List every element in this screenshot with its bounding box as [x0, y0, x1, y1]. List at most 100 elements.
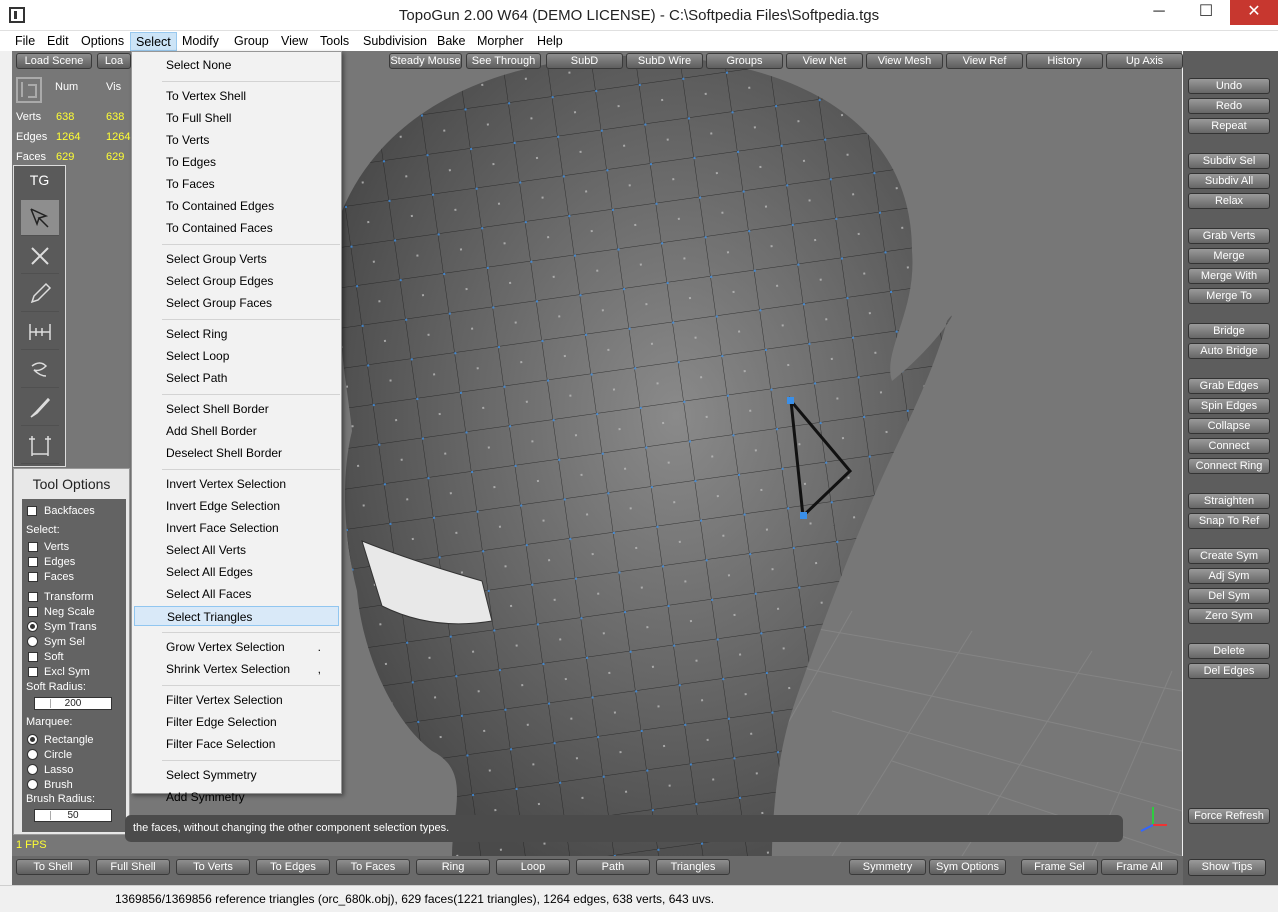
full-shell-button[interactable]: Full Shell — [96, 859, 170, 875]
sym-sel-radio[interactable] — [27, 636, 38, 647]
maximize-icon[interactable]: ☐ — [1183, 0, 1229, 25]
grab-verts-button[interactable]: Grab Verts — [1188, 228, 1270, 244]
soft-checkbox[interactable] — [28, 652, 38, 662]
menu-item-select-symmetry[interactable]: Select Symmetry — [134, 765, 339, 785]
rectangle-radio[interactable] — [27, 734, 38, 745]
tweak-tool-icon[interactable] — [21, 428, 59, 464]
transform-checkbox[interactable] — [28, 592, 38, 602]
menu-item-grow-vertex-selection[interactable]: Grow Vertex Selection. — [134, 637, 339, 657]
pencil-tool-icon[interactable] — [21, 276, 59, 312]
load-reference-button[interactable]: Loa — [97, 53, 131, 69]
menu-item-select-path[interactable]: Select Path — [134, 368, 339, 388]
menu-modify[interactable]: Modify — [177, 32, 224, 51]
menu-subdivision[interactable]: Subdivision — [358, 32, 432, 51]
del-sym-button[interactable]: Del Sym — [1188, 588, 1270, 604]
circle-radio[interactable] — [27, 749, 38, 760]
minimize-icon[interactable]: ─ — [1136, 0, 1182, 25]
menu-item-select-ring[interactable]: Select Ring — [134, 324, 339, 344]
view-mesh-button[interactable]: View Mesh — [866, 53, 943, 69]
create-sym-button[interactable]: Create Sym — [1188, 548, 1270, 564]
menu-item-to-faces[interactable]: To Faces — [134, 174, 339, 194]
bridge-button[interactable]: Bridge — [1188, 323, 1270, 339]
menu-item-select-triangles[interactable]: Select Triangles — [134, 606, 339, 626]
subd-wire-button[interactable]: SubD Wire — [626, 53, 703, 69]
menu-bake[interactable]: Bake — [432, 32, 471, 51]
snap-to-ref-button[interactable]: Snap To Ref — [1188, 513, 1270, 529]
menu-item-add-symmetry[interactable]: Add Symmetry — [134, 787, 339, 807]
steady-mouse-button[interactable]: Steady Mouse — [389, 53, 462, 69]
view-net-button[interactable]: View Net — [786, 53, 863, 69]
connect-button[interactable]: Connect — [1188, 438, 1270, 454]
menu-options[interactable]: Options — [76, 32, 129, 51]
menu-edit[interactable]: Edit — [42, 32, 74, 51]
merge-button[interactable]: Merge — [1188, 248, 1270, 264]
brush-radius-slider[interactable]: 50 — [34, 809, 112, 822]
menu-item-to-vertex-shell[interactable]: To Vertex Shell — [134, 86, 339, 106]
to-faces-button[interactable]: To Faces — [336, 859, 410, 875]
to-edges-button[interactable]: To Edges — [256, 859, 330, 875]
menu-item-invert-vertex-selection[interactable]: Invert Vertex Selection — [134, 474, 339, 494]
del-edges-button[interactable]: Del Edges — [1188, 663, 1270, 679]
menu-item-invert-face-selection[interactable]: Invert Face Selection — [134, 518, 339, 538]
subdiv-all-button[interactable]: Subdiv All — [1188, 173, 1270, 189]
straighten-button[interactable]: Straighten — [1188, 493, 1270, 509]
smooth-tool-icon[interactable] — [21, 352, 59, 388]
faces-checkbox[interactable] — [28, 572, 38, 582]
connect-ring-button[interactable]: Connect Ring — [1188, 458, 1270, 474]
brush-radio[interactable] — [27, 779, 38, 790]
lasso-radio[interactable] — [27, 764, 38, 775]
verts-checkbox[interactable] — [28, 542, 38, 552]
menu-item-select-all-verts[interactable]: Select All Verts — [134, 540, 339, 560]
close-icon[interactable]: ✕ — [1230, 0, 1278, 25]
soft-radius-slider[interactable]: 200 — [34, 697, 112, 710]
merge-with-button[interactable]: Merge With — [1188, 268, 1270, 284]
menu-item-select-none[interactable]: Select None — [134, 55, 339, 75]
menu-item-to-edges[interactable]: To Edges — [134, 152, 339, 172]
ring-button[interactable]: Ring — [416, 859, 490, 875]
menu-item-shrink-vertex-selection[interactable]: Shrink Vertex Selection, — [134, 659, 339, 679]
menu-tools[interactable]: Tools — [315, 32, 354, 51]
undo-button[interactable]: Undo — [1188, 78, 1270, 94]
grab-edges-button[interactable]: Grab Edges — [1188, 378, 1270, 394]
menu-item-filter-vertex-selection[interactable]: Filter Vertex Selection — [134, 690, 339, 710]
menu-item-to-verts[interactable]: To Verts — [134, 130, 339, 150]
menu-item-select-shell-border[interactable]: Select Shell Border — [134, 399, 339, 419]
backfaces-checkbox[interactable] — [27, 506, 37, 516]
adj-sym-button[interactable]: Adj Sym — [1188, 568, 1270, 584]
menu-item-select-all-edges[interactable]: Select All Edges — [134, 562, 339, 582]
symmetry-button[interactable]: Symmetry — [849, 859, 926, 875]
menu-item-select-all-faces[interactable]: Select All Faces — [134, 584, 339, 604]
merge-to-button[interactable]: Merge To — [1188, 288, 1270, 304]
loop-button[interactable]: Loop — [496, 859, 570, 875]
show-tips-button[interactable]: Show Tips — [1188, 859, 1266, 876]
to-verts-button[interactable]: To Verts — [176, 859, 250, 875]
relax-button[interactable]: Relax — [1188, 193, 1270, 209]
collapse-button[interactable]: Collapse — [1188, 418, 1270, 434]
menu-item-to-full-shell[interactable]: To Full Shell — [134, 108, 339, 128]
load-scene-button[interactable]: Load Scene — [16, 53, 92, 69]
groups-button[interactable]: Groups — [706, 53, 783, 69]
menu-group[interactable]: Group — [229, 32, 274, 51]
menu-item-select-group-verts[interactable]: Select Group Verts — [134, 249, 339, 269]
redo-button[interactable]: Redo — [1188, 98, 1270, 114]
menu-file[interactable]: File — [10, 32, 40, 51]
menu-item-filter-edge-selection[interactable]: Filter Edge Selection — [134, 712, 339, 732]
subd-button[interactable]: SubD — [546, 53, 623, 69]
up-axis-button[interactable]: Up Axis — [1106, 53, 1183, 69]
menu-view[interactable]: View — [276, 32, 313, 51]
excl-sym-checkbox[interactable] — [28, 667, 38, 677]
brush-tool-icon[interactable] — [21, 390, 59, 426]
neg-scale-checkbox[interactable] — [28, 607, 38, 617]
to-shell-button[interactable]: To Shell — [16, 859, 90, 875]
menu-item-invert-edge-selection[interactable]: Invert Edge Selection — [134, 496, 339, 516]
force-refresh-button[interactable]: Force Refresh — [1188, 808, 1270, 824]
frame-all-button[interactable]: Frame All — [1101, 859, 1178, 875]
auto-bridge-button[interactable]: Auto Bridge — [1188, 343, 1270, 359]
menu-item-add-shell-border[interactable]: Add Shell Border — [134, 421, 339, 441]
see-through-button[interactable]: See Through — [466, 53, 541, 69]
cut-tool-icon[interactable] — [21, 238, 59, 274]
menu-help[interactable]: Help — [532, 32, 568, 51]
bridge-tool-icon[interactable] — [21, 314, 59, 350]
menu-item-select-group-edges[interactable]: Select Group Edges — [134, 271, 339, 291]
menu-item-select-loop[interactable]: Select Loop — [134, 346, 339, 366]
